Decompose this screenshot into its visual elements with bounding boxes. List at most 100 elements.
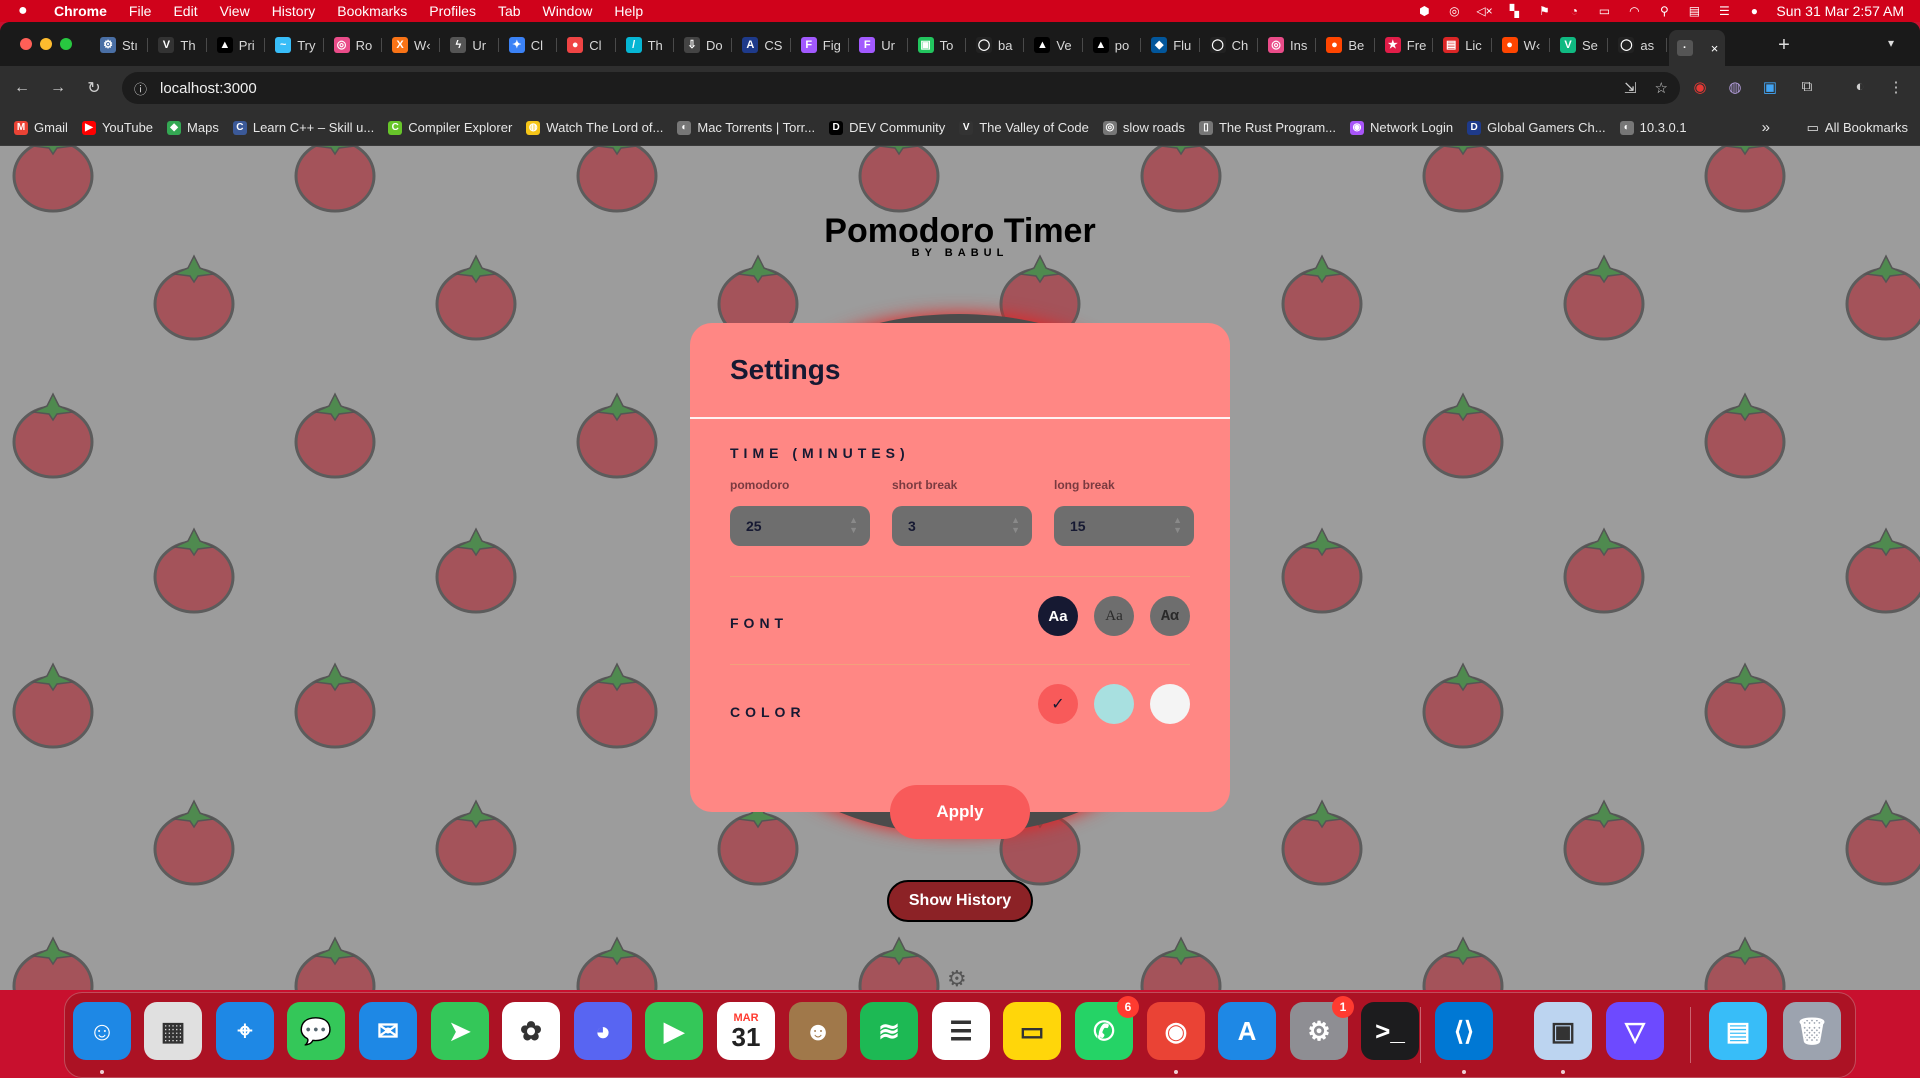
terminal-icon[interactable]: >_ bbox=[1361, 1002, 1419, 1060]
vscode-icon[interactable]: ⟨⟩ bbox=[1435, 1002, 1493, 1060]
bookmark-item[interactable]: ◉ Network Login bbox=[1350, 120, 1453, 135]
gear-icon[interactable]: ⚙ bbox=[947, 966, 967, 990]
browser-tab[interactable]: F Fig bbox=[793, 30, 850, 60]
safari-icon[interactable]: ⌖ bbox=[216, 1002, 274, 1060]
trash-icon[interactable]: 🗑 bbox=[1783, 1002, 1841, 1060]
browser-tab[interactable]: ▲ Ve bbox=[1026, 30, 1083, 60]
menu-edit[interactable]: Edit bbox=[173, 3, 197, 19]
spotlight-icon[interactable]: ⚲ bbox=[1656, 4, 1672, 18]
finder-icon[interactable]: ☺ bbox=[73, 1002, 131, 1060]
show-history-button[interactable]: Show History bbox=[887, 880, 1033, 922]
menu-help[interactable]: Help bbox=[614, 3, 643, 19]
bookmark-item[interactable]: M Gmail bbox=[14, 120, 68, 135]
color-option-cyan[interactable] bbox=[1094, 684, 1134, 724]
tab-search-icon[interactable]: ▾ bbox=[1888, 36, 1894, 50]
calendar-icon[interactable]: MAR 31 bbox=[717, 1002, 775, 1060]
long-break-input[interactable]: 15 ▲ ▼ bbox=[1054, 506, 1194, 546]
chrome-menu-icon[interactable]: ⋮ bbox=[1886, 78, 1906, 96]
bookmark-item[interactable]: D DEV Community bbox=[829, 120, 945, 135]
extensions-puzzle-icon[interactable]: ⧉ bbox=[1797, 78, 1817, 95]
stepper-icon[interactable]: ▲ ▼ bbox=[849, 515, 858, 535]
menu-app-name[interactable]: Chrome bbox=[54, 3, 107, 19]
vpn-icon[interactable]: ⚑ bbox=[1536, 4, 1552, 18]
maps-icon[interactable]: ➤ bbox=[431, 1002, 489, 1060]
bookmark-item[interactable]: C Learn C++ – Skill u... bbox=[232, 120, 374, 135]
contacts-icon[interactable]: ☻ bbox=[789, 1002, 847, 1060]
bookmark-item[interactable]: ▶ YouTube bbox=[81, 120, 153, 135]
close-window-button[interactable] bbox=[20, 38, 32, 50]
launchpad-icon[interactable]: ▦ bbox=[144, 1002, 202, 1060]
browser-tab[interactable]: ◯ as bbox=[1610, 30, 1667, 60]
bookmark-item[interactable]: C Compiler Explorer bbox=[388, 120, 512, 135]
pomodoro-input[interactable]: 25 ▲ ▼ bbox=[730, 506, 870, 546]
chrome-icon[interactable]: ◉ bbox=[1147, 1002, 1205, 1060]
control-center-icon[interactable]: ☰ bbox=[1716, 4, 1732, 18]
stepper-icon[interactable]: ▲ ▼ bbox=[1011, 515, 1020, 535]
app-store-icon[interactable]: A bbox=[1218, 1002, 1276, 1060]
battery-icon[interactable]: ▭ bbox=[1596, 4, 1612, 18]
screenshot-extension-icon[interactable]: ▣ bbox=[1760, 78, 1780, 96]
apply-button[interactable]: Apply bbox=[890, 785, 1030, 839]
browser-tab[interactable]: / Th bbox=[618, 30, 674, 60]
downloads-folder-icon[interactable]: ▤ bbox=[1709, 1002, 1767, 1060]
menu-history[interactable]: History bbox=[272, 3, 316, 19]
menu-profiles[interactable]: Profiles bbox=[429, 3, 476, 19]
system-settings-icon[interactable]: ⚙ 1 bbox=[1290, 996, 1354, 1060]
browser-tab[interactable]: ⚙ Stı bbox=[92, 30, 149, 60]
mail-icon[interactable]: ✉ bbox=[359, 1002, 417, 1060]
browser-tab[interactable]: ◯ ba bbox=[968, 30, 1025, 60]
menu-clock[interactable]: Sun 31 Mar 2:57 AM bbox=[1776, 3, 1904, 19]
bookmark-item[interactable]: ◎ slow roads bbox=[1102, 120, 1185, 135]
bookmark-item[interactable]: ◆ Maps bbox=[167, 120, 219, 135]
browser-tab[interactable]: ● W‹ bbox=[1494, 30, 1550, 60]
keyboard-icon[interactable]: ▤ bbox=[1686, 4, 1702, 18]
browser-tab[interactable]: V Th bbox=[150, 30, 207, 60]
browser-tab[interactable]: ● Be bbox=[1318, 30, 1375, 60]
browser-tab[interactable]: ★ Fre bbox=[1377, 30, 1434, 60]
address-bar[interactable]: ⓘ localhost:3000 ⇲ ☆ bbox=[122, 72, 1680, 104]
font-option-sans[interactable]: Aa bbox=[1038, 596, 1078, 636]
mute-icon[interactable]: ◁× bbox=[1476, 4, 1492, 18]
reminders-icon[interactable]: ☰ bbox=[932, 1002, 990, 1060]
bookmark-item[interactable]: ◐ 10.3.0.1 bbox=[1619, 120, 1687, 135]
creative-cloud-icon[interactable]: ◎ bbox=[1446, 4, 1462, 18]
siri-icon[interactable]: ● bbox=[1746, 4, 1762, 18]
preview-icon[interactable]: ▣ bbox=[1534, 1002, 1592, 1060]
browser-tab[interactable]: ▲ po bbox=[1085, 30, 1142, 60]
ublock-extension-icon[interactable]: ◉ bbox=[1690, 78, 1710, 96]
notification-icon[interactable]: ◔ bbox=[1566, 4, 1582, 18]
reload-icon[interactable]: ↻ bbox=[76, 78, 112, 98]
bookmark-item[interactable]: ◍ Watch The Lord of... bbox=[526, 120, 663, 135]
font-option-mono[interactable]: Aα bbox=[1150, 596, 1190, 636]
browser-tab[interactable]: F Ur bbox=[851, 30, 908, 60]
browser-tab[interactable]: ~ Try bbox=[267, 30, 324, 60]
install-app-icon[interactable]: ⇲ bbox=[1624, 79, 1637, 97]
browser-tab[interactable]: ◆ Flu bbox=[1143, 30, 1200, 60]
browser-tab[interactable]: ◯ Ch bbox=[1202, 30, 1258, 60]
extension-icon[interactable]: ◍ bbox=[1725, 78, 1745, 96]
browser-tab[interactable]: ▣ To bbox=[910, 30, 966, 60]
bookmark-item[interactable]: ◐ Mac Torrents | Torr... bbox=[677, 120, 815, 135]
browser-tab[interactable]: ◎ Ins bbox=[1260, 30, 1317, 60]
site-info-icon[interactable]: ⓘ bbox=[134, 79, 154, 98]
minimize-window-button[interactable] bbox=[40, 38, 52, 50]
bookmarks-overflow-icon[interactable]: » bbox=[1762, 119, 1770, 136]
facetime-icon[interactable]: ▶ bbox=[645, 1002, 703, 1060]
menu-window[interactable]: Window bbox=[543, 3, 593, 19]
color-option-white[interactable] bbox=[1150, 684, 1190, 724]
font-option-serif[interactable]: Aa bbox=[1094, 596, 1134, 636]
color-option-red[interactable]: ✓ bbox=[1038, 684, 1078, 724]
menu-tab[interactable]: Tab bbox=[498, 3, 521, 19]
mic-icon[interactable]: ⬢ bbox=[1416, 4, 1432, 18]
browser-tab[interactable]: X W‹ bbox=[384, 30, 441, 60]
menu-file[interactable]: File bbox=[129, 3, 152, 19]
zoom-window-button[interactable] bbox=[60, 38, 72, 50]
stepper-icon[interactable]: ▲ ▼ bbox=[1173, 515, 1182, 535]
wifi-icon[interactable]: ◠ bbox=[1626, 4, 1642, 18]
messages-icon[interactable]: 💬 bbox=[287, 1002, 345, 1060]
browser-tab[interactable]: ⇩ Do bbox=[676, 30, 733, 60]
browser-tab[interactable]: ϟ Ur bbox=[442, 30, 499, 60]
bookmark-item[interactable]: ▯ The Rust Program... bbox=[1198, 120, 1336, 135]
short-break-input[interactable]: 3 ▲ ▼ bbox=[892, 506, 1032, 546]
browser-tab[interactable]: A CS bbox=[734, 30, 791, 60]
